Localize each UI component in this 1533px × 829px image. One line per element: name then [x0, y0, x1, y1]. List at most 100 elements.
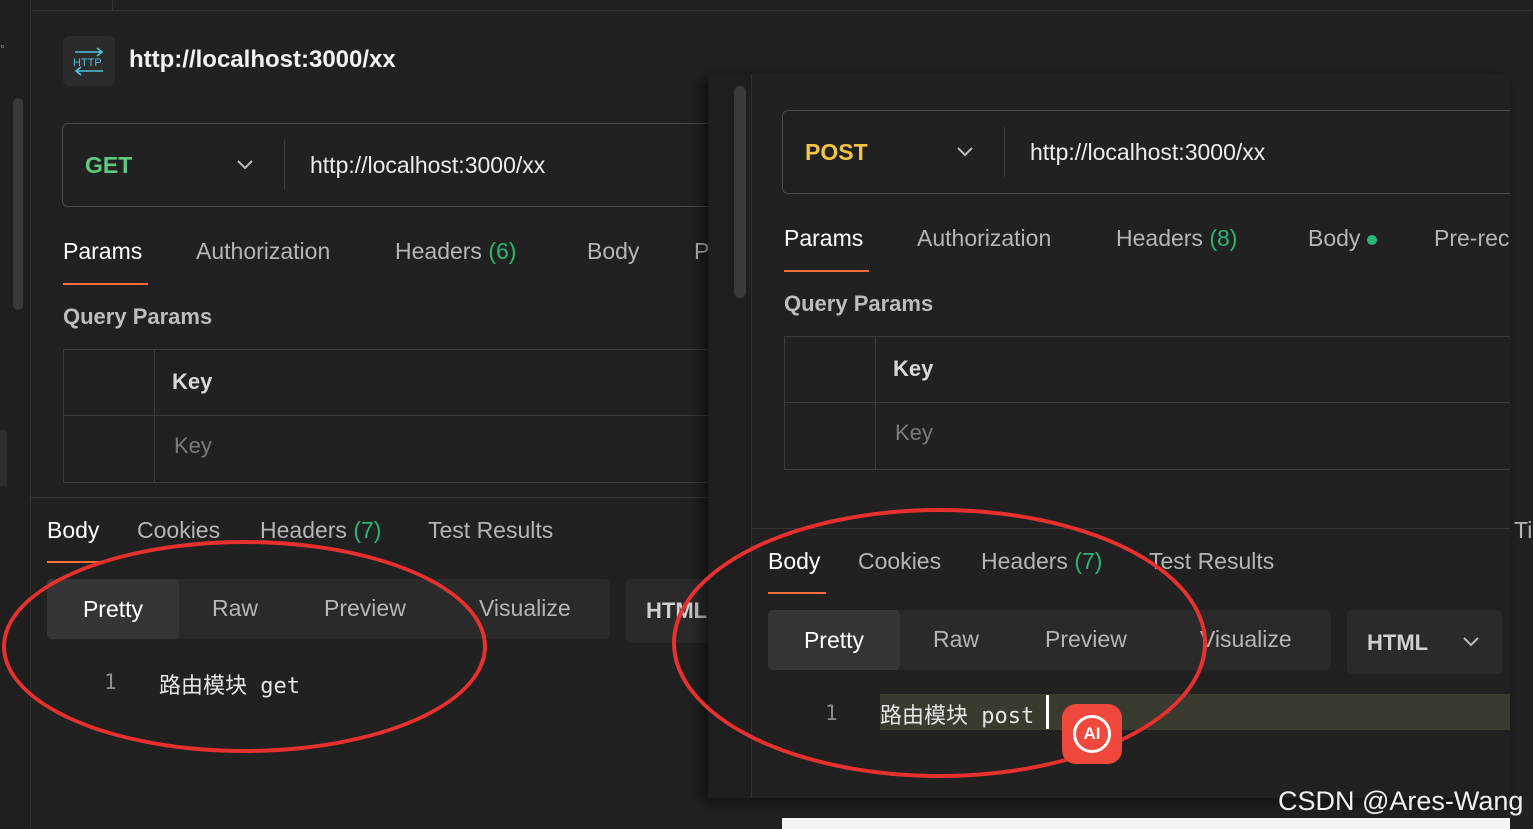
tab-authorization[interactable]: Authorization: [917, 225, 1051, 252]
left-gutter: °: [0, 0, 31, 829]
response-tab-cookies[interactable]: Cookies: [858, 548, 941, 575]
method-select[interactable]: GET: [63, 140, 285, 190]
tab-label: Body: [768, 548, 821, 574]
table-checkbox-col: [785, 337, 876, 469]
tab-headers[interactable]: Headers (8): [1116, 225, 1237, 252]
tab-label: Body: [587, 238, 640, 264]
response-time-label: Ti: [1514, 517, 1533, 543]
headers-count: (8): [1209, 225, 1238, 251]
view-pretty[interactable]: Pretty: [47, 579, 179, 639]
text-cursor: [1046, 695, 1049, 729]
view-mode-segment: Pretty Raw Preview Visualize: [47, 579, 610, 639]
tab-label: Authorization: [196, 238, 331, 264]
format-label: HTML: [646, 598, 708, 623]
query-params-table: Key Key: [784, 336, 1510, 470]
tab-label: Headers: [1116, 225, 1203, 251]
tab-body[interactable]: Body: [587, 238, 639, 265]
view-preview[interactable]: Preview: [1045, 626, 1127, 653]
active-tab-underline: [63, 283, 148, 285]
response-divider: [31, 497, 711, 498]
response-tab-body[interactable]: Body: [47, 517, 99, 544]
ai-label: AI: [1083, 724, 1101, 743]
view-raw[interactable]: Raw: [212, 595, 258, 622]
tab-params[interactable]: Params: [63, 238, 142, 265]
response-tab-test-results[interactable]: Test Results: [1149, 548, 1274, 575]
body-modified-dot: [1367, 234, 1378, 245]
chevron-down-icon: [957, 147, 973, 157]
taskbar-strip: [782, 818, 1510, 829]
url-input[interactable]: http://localhost:3000/xx: [310, 152, 545, 179]
method-label: POST: [805, 138, 868, 165]
sidebar-marker: [0, 430, 7, 486]
active-tab-underline: [47, 561, 105, 563]
line-number: 1: [825, 701, 838, 725]
view-raw[interactable]: Raw: [933, 626, 979, 653]
table-checkbox-col: [64, 350, 155, 482]
tab-label: Headers: [981, 548, 1068, 574]
tab-label: Pre-rec: [1434, 225, 1510, 251]
top-divider: [31, 10, 1533, 11]
key-column-header: Key: [893, 356, 934, 381]
request-title[interactable]: http://localhost:3000/xx: [129, 46, 396, 74]
collapse-icon[interactable]: °: [0, 42, 10, 56]
svg-text:HTTP: HTTP: [73, 57, 102, 69]
format-select[interactable]: HTML: [1347, 610, 1502, 674]
response-tab-cookies[interactable]: Cookies: [137, 517, 220, 544]
response-tab-body[interactable]: Body: [768, 548, 820, 575]
response-body-code[interactable]: 路由模块 post: [880, 698, 1034, 730]
active-tab-underline: [768, 592, 826, 594]
scrollbar[interactable]: [734, 86, 746, 298]
tab-label: Test Results: [1149, 548, 1275, 574]
key-column-header: Key: [172, 369, 213, 394]
watermark: CSDN @Ares-Wang: [1278, 786, 1524, 816]
url-bar: POST http://localhost:3000/xx: [782, 110, 1510, 194]
view-visualize[interactable]: Visualize: [479, 595, 571, 622]
tab-label: Test Results: [428, 517, 554, 543]
url-input[interactable]: http://localhost:3000/xx: [1030, 139, 1265, 166]
view-visualize[interactable]: Visualize: [1200, 626, 1292, 653]
headers-count: (7): [353, 517, 382, 543]
format-label: HTML: [1367, 630, 1429, 655]
headers-count: (6): [488, 238, 517, 264]
panel-sidebar: [708, 74, 752, 798]
line-number: 1: [104, 670, 117, 694]
http-icon: HTTP: [63, 36, 115, 86]
tab-prerequest[interactable]: Pre-rec: [1434, 225, 1509, 252]
view-preview[interactable]: Preview: [324, 595, 406, 622]
view-pretty[interactable]: Pretty: [768, 610, 900, 670]
url-bar: GET http://localhost:3000/xx: [62, 123, 742, 207]
chevron-down-icon: [1463, 637, 1479, 647]
format-select[interactable]: HTML: [626, 579, 716, 643]
tab-label: Body: [47, 517, 100, 543]
top-divider-tick: [112, 0, 113, 10]
response-tab-headers[interactable]: Headers (7): [981, 548, 1102, 575]
key-input[interactable]: Key: [895, 420, 933, 446]
tab-label: Headers: [395, 238, 482, 264]
tab-headers[interactable]: Headers (6): [395, 238, 516, 265]
chevron-down-icon: [237, 160, 253, 170]
tab-label: Headers: [260, 517, 347, 543]
method-label: GET: [85, 151, 133, 178]
scrollbar[interactable]: [13, 98, 23, 310]
response-body-code[interactable]: 路由模块 get: [159, 668, 300, 700]
view-mode-segment: Pretty Raw Preview Visualize: [768, 610, 1331, 670]
query-params-title: Query Params: [784, 291, 934, 316]
tab-params[interactable]: Params: [784, 225, 863, 252]
key-input[interactable]: Key: [174, 433, 212, 459]
query-params-table: Key Key: [63, 349, 723, 483]
tab-authorization[interactable]: Authorization: [196, 238, 330, 265]
tab-label: Cookies: [858, 548, 942, 574]
tab-label: Params: [63, 238, 143, 264]
tab-body[interactable]: Body: [1308, 225, 1378, 252]
tab-label: Cookies: [137, 517, 221, 543]
response-divider: [752, 528, 1510, 529]
active-tab-underline: [784, 270, 869, 272]
tab-label: Body: [1308, 225, 1361, 251]
annotation-ellipse-left: [2, 540, 487, 753]
response-tab-headers[interactable]: Headers (7): [260, 517, 381, 544]
table-header-row: [64, 350, 722, 416]
tab-label: Params: [784, 225, 864, 251]
response-tab-test-results[interactable]: Test Results: [428, 517, 553, 544]
ai-icon[interactable]: AI: [1062, 704, 1122, 764]
method-select[interactable]: POST: [783, 127, 1005, 177]
